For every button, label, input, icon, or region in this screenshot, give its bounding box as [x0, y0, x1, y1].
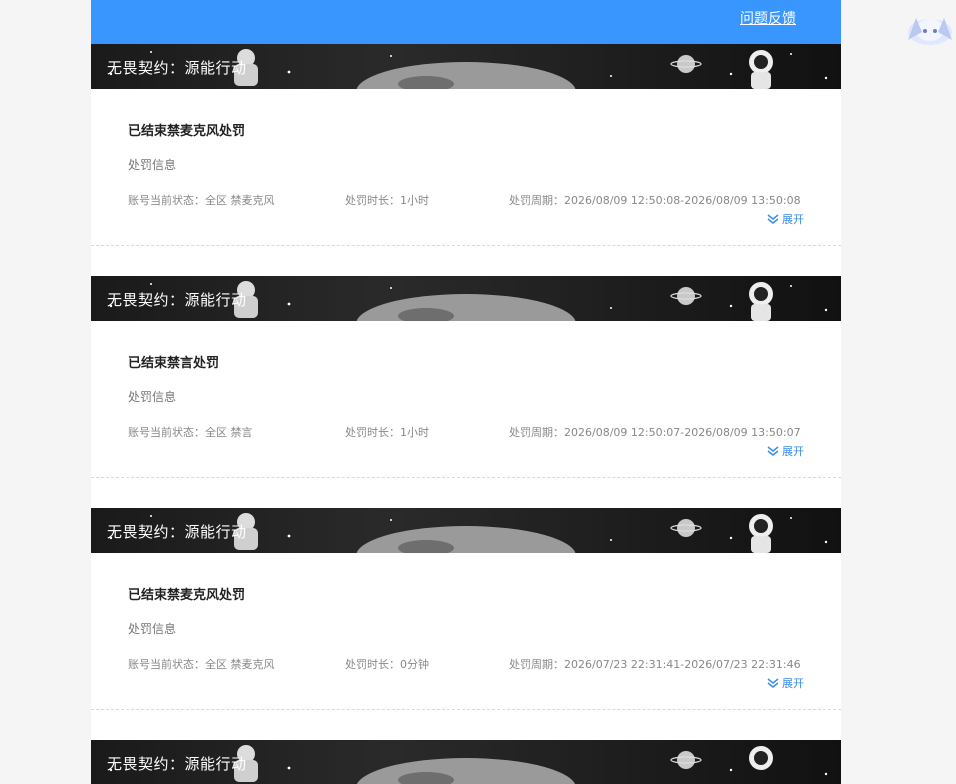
- penalty-period: 处罚周期：2026/07/23 22:31:41-2026/07/23 22:3…: [509, 658, 801, 671]
- top-bar: 问题反馈: [91, 0, 841, 44]
- game-banner: 无畏契约：源能行动: [91, 508, 841, 553]
- mascot-avatar-icon[interactable]: [900, 10, 956, 46]
- game-name: 无畏契约：源能行动: [107, 291, 247, 309]
- account-status: 账号当前状态：全区 禁言: [128, 426, 253, 439]
- game-banner: 无畏契约：源能行动: [91, 740, 841, 784]
- account-status: 账号当前状态：全区 禁麦克风: [128, 658, 275, 671]
- account-status: 账号当前状态：全区 禁麦克风: [128, 194, 275, 207]
- penalty-period: 处罚周期：2026/08/09 12:50:08-2026/08/09 13:5…: [509, 194, 801, 207]
- penalty-period: 处罚周期：2026/08/09 12:50:07-2026/08/09 13:5…: [509, 426, 801, 439]
- game-banner: 无畏契约：源能行动: [91, 276, 841, 321]
- penalty-info-label: 处罚信息: [128, 622, 177, 636]
- spacer: [91, 478, 841, 508]
- penalty-card: 已结束禁麦克风处罚 处罚信息 账号当前状态：全区 禁麦克风 处罚时长：0分钟 处…: [91, 553, 841, 710]
- expand-button[interactable]: 展开: [767, 443, 804, 459]
- expand-button[interactable]: 展开: [767, 211, 804, 227]
- expand-button[interactable]: 展开: [767, 675, 804, 691]
- penalty-title: 已结束禁麦克风处罚: [128, 124, 246, 139]
- expand-label: 展开: [782, 445, 804, 458]
- spacer: [91, 246, 841, 276]
- game-name: 无畏契约：源能行动: [107, 523, 247, 541]
- expand-label: 展开: [782, 213, 804, 226]
- penalty-title: 已结束禁麦克风处罚: [128, 588, 246, 603]
- double-chevron-down-icon: [767, 446, 779, 456]
- penalty-card: 已结束禁麦克风处罚 处罚信息 账号当前状态：全区 禁麦克风 处罚时长：1小时 处…: [91, 89, 841, 246]
- penalty-duration: 处罚时长：0分钟: [345, 658, 429, 671]
- game-name: 无畏契约：源能行动: [107, 59, 247, 77]
- penalty-record: 无畏契约：源能行动 已结束禁麦克风处罚 处罚信息 账号当前状态：全区 禁麦克风 …: [91, 508, 841, 740]
- penalty-record: 无畏契约：源能行动 已结束禁麦克风处罚 处罚信息 账号当前状态：全区 禁麦克风 …: [91, 44, 841, 276]
- penalty-info-label: 处罚信息: [128, 390, 177, 404]
- penalty-title: 已结束禁言处罚: [128, 356, 220, 371]
- spacer: [91, 710, 841, 740]
- game-banner: 无畏契约：源能行动: [91, 44, 841, 89]
- double-chevron-down-icon: [767, 678, 779, 688]
- penalty-record: 无畏契约：源能行动: [91, 740, 841, 784]
- penalty-record: 无畏契约：源能行动 已结束禁言处罚 处罚信息 账号当前状态：全区 禁言 处罚时长…: [91, 276, 841, 508]
- penalty-card: 已结束禁言处罚 处罚信息 账号当前状态：全区 禁言 处罚时长：1小时 处罚周期：…: [91, 321, 841, 478]
- penalty-info-label: 处罚信息: [128, 158, 177, 172]
- penalty-duration: 处罚时长：1小时: [345, 426, 429, 439]
- game-name: 无畏契约：源能行动: [107, 755, 247, 773]
- penalty-duration: 处罚时长：1小时: [345, 194, 429, 207]
- feedback-link[interactable]: 问题反馈: [740, 8, 796, 28]
- expand-label: 展开: [782, 677, 804, 690]
- double-chevron-down-icon: [767, 214, 779, 224]
- penalty-page: 问题反馈 无畏契约：源能行动 已结束禁麦克风处罚 处罚信息 账号当前状态：全区 …: [91, 0, 841, 784]
